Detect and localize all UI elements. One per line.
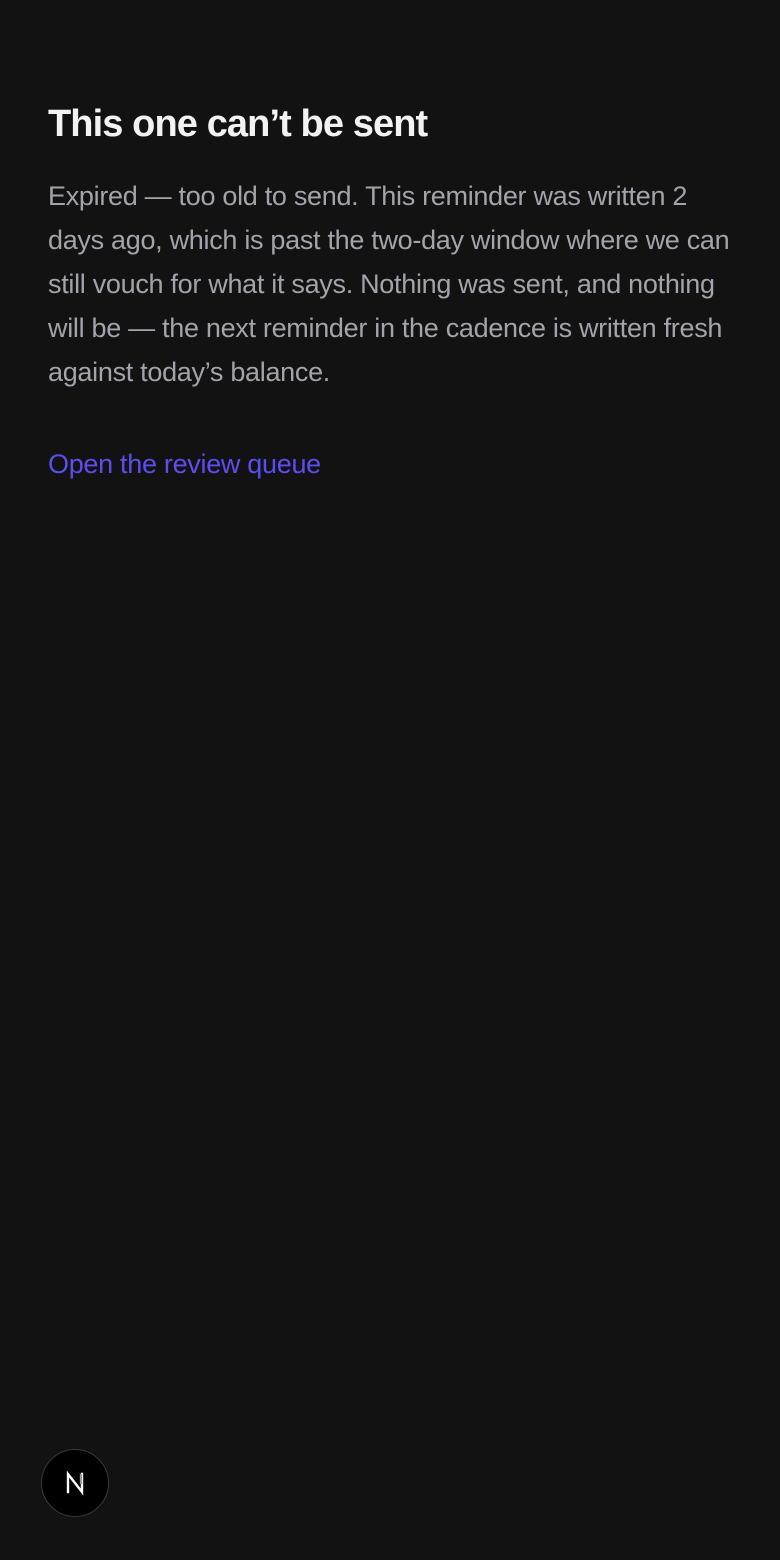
nextjs-dev-tools-button[interactable] (41, 1449, 109, 1517)
nextjs-logo-icon (60, 1468, 90, 1498)
page-title: This one can’t be sent (48, 103, 428, 145)
open-review-queue-link[interactable]: Open the review queue (48, 444, 321, 484)
status-message: This one can’t be sent Expired — too old… (48, 98, 738, 484)
expired-explanation: Expired — too old to send. This reminder… (48, 181, 730, 387)
